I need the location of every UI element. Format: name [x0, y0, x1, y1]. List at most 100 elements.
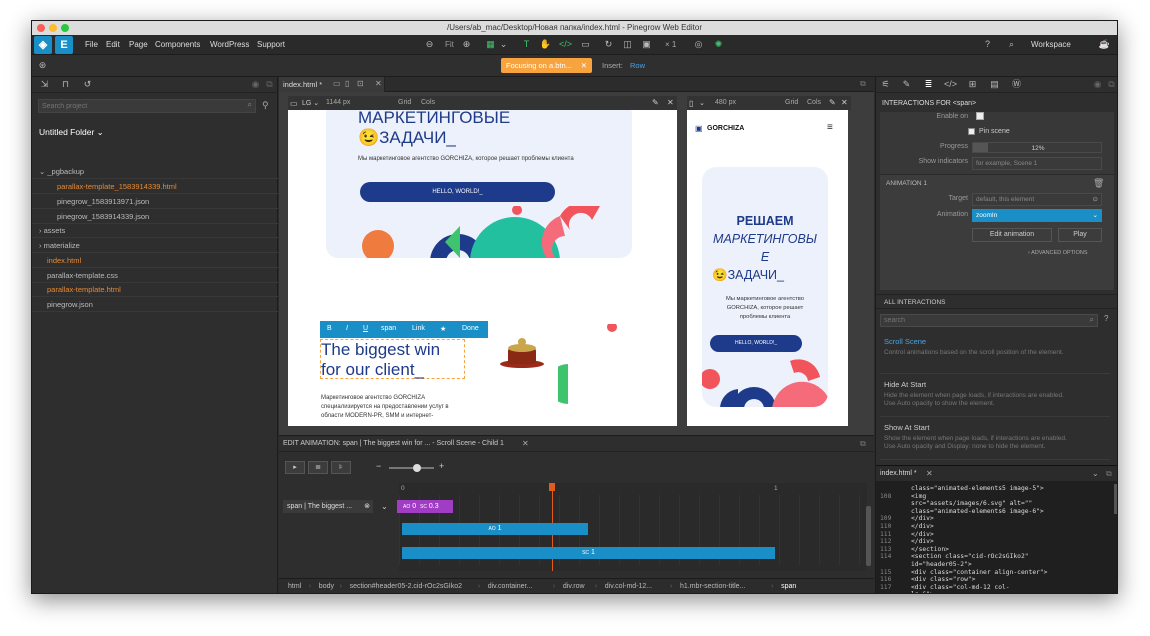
file-tree-item[interactable]: pinegrow_1583913971.json [32, 195, 278, 209]
advanced-options-link[interactable]: › ADVANCED OPTIONS [1028, 250, 1088, 256]
edit-icon[interactable]: ⊡ [357, 79, 364, 88]
mobile-cols-toggle[interactable]: Cols [807, 99, 821, 106]
export-icon[interactable]: ⇲ [38, 78, 51, 91]
pinegrow-logo-icon[interactable]: ◈ [34, 36, 52, 54]
chevron-down-icon[interactable]: ⌄ [381, 502, 388, 511]
focus-badge[interactable]: Focusing on a.btn... ✕ [501, 58, 592, 73]
playhead-handle[interactable] [549, 483, 555, 491]
chevron-down-icon[interactable]: ⌄ [497, 38, 510, 51]
mobile-size-select[interactable]: ⌄ [699, 99, 705, 107]
breadcrumb-item[interactable]: div.col-md-12... [605, 583, 652, 590]
file-tree-item[interactable]: parallax-template.css [32, 269, 278, 283]
workspace-menu[interactable]: Workspace [1031, 40, 1071, 49]
target-input[interactable]: default, this element ⊙ [972, 193, 1102, 206]
track-summary[interactable]: AO 0 SC 0.3 [397, 500, 453, 513]
close-icon[interactable]: ✕ [522, 439, 529, 448]
library-icon[interactable]: ▤ [988, 78, 1001, 91]
refresh-icon[interactable]: ↻ [602, 38, 615, 51]
ao-keyframe-bar[interactable]: AO 1 [402, 523, 588, 535]
zoom-plus-icon[interactable]: + [439, 461, 444, 471]
project-search-input[interactable] [39, 100, 229, 112]
ao-icon[interactable]: ≣ [308, 461, 328, 474]
pin-scene-checkbox[interactable] [968, 128, 975, 135]
file-tree-item[interactable]: parallax-template.html [32, 283, 278, 297]
file-tree-item[interactable]: pinegrow_1583914339.json [32, 210, 278, 224]
mobile-brand[interactable]: GORCHIZA [707, 125, 744, 132]
grid-toggle[interactable]: Grid [398, 99, 411, 106]
hero-title-line2[interactable]: 😉ЗАДАЧИ_ [358, 128, 456, 148]
close-icon[interactable]: ✕ [581, 58, 587, 73]
trash-icon[interactable]: 🗑 [1093, 178, 1104, 189]
popout-icon[interactable]: ⧉ [1106, 469, 1112, 479]
play-button[interactable]: Play [1058, 228, 1102, 242]
zoom-multiplier[interactable]: × 1 [665, 40, 676, 49]
popout-icon[interactable]: ⧉ [1105, 78, 1117, 91]
code-tab-icon[interactable]: </> [944, 78, 957, 91]
link-button[interactable]: Link [412, 325, 425, 332]
code-tab-label[interactable]: index.html * [880, 470, 917, 477]
folder-title[interactable]: Untitled Folder ⌄ [39, 127, 104, 138]
italic-button[interactable]: I [346, 325, 348, 332]
breadcrumb-item[interactable]: body [319, 583, 334, 590]
interactions-search[interactable]: ⌕ [880, 314, 1098, 327]
zoom-in-icon[interactable]: ⊕ [460, 38, 473, 51]
window-icon[interactable]: ◫ [621, 38, 634, 51]
brush-icon[interactable]: ✎ [652, 98, 659, 107]
code-line[interactable]: <section class="cid-rOc2sGIko2" [911, 553, 1029, 560]
track-label[interactable]: span | The biggest ... ⊗ [283, 500, 373, 513]
code-line[interactable]: </div> [911, 538, 934, 545]
zoom-slider-handle[interactable] [413, 464, 421, 472]
code-line[interactable]: </div> [911, 523, 934, 530]
mobile-grid-toggle[interactable]: Grid [785, 99, 798, 106]
hamburger-icon[interactable]: ≡ [827, 122, 833, 133]
eye-icon[interactable]: ◉ [1091, 78, 1104, 91]
minimize-window-button[interactable] [49, 24, 57, 32]
selected-heading[interactable]: The biggest win for our client_ [320, 339, 465, 379]
span-button[interactable]: span [381, 325, 396, 332]
breadcrumb-item[interactable]: span [781, 583, 796, 590]
pin-icon[interactable]: ⊛ [36, 59, 49, 72]
text-icon[interactable]: T [520, 38, 533, 51]
code-line[interactable]: class="animated-elements6 image-6"> [911, 508, 1044, 515]
interactions-icon[interactable]: ≣ [922, 78, 935, 91]
undo-icon[interactable]: ↺ [81, 78, 94, 91]
maximize-window-button[interactable] [61, 24, 69, 32]
code-line[interactable]: </div> [911, 515, 934, 522]
interaction-item[interactable]: Hide At Start Hide the element when page … [880, 377, 1110, 417]
popout-icon[interactable]: ⧉ [263, 78, 276, 91]
sc-keyframe-bar[interactable]: SC 1 [402, 547, 775, 559]
file-tree-item[interactable]: index.html [32, 254, 278, 268]
menu-page[interactable]: Page [129, 40, 148, 49]
breadcrumb-item[interactable]: section#header05-2.cid-rOc2sGIko2 [350, 583, 462, 590]
code-line[interactable]: <div class="container align-center"> [911, 569, 1047, 576]
help-icon[interactable]: ? [981, 38, 994, 51]
mobile-title-line2[interactable]: МАРКЕТИНГОВЫ [702, 232, 828, 246]
target-picker-icon[interactable]: ⊙ [1093, 194, 1098, 205]
close-icon[interactable]: ✕ [926, 469, 933, 478]
breadcrumb-item[interactable]: h1.mbr-section-title... [680, 583, 745, 590]
filter-icon[interactable]: ⚲ [262, 100, 269, 111]
hand-icon[interactable]: ✋ [539, 38, 552, 51]
close-circle-icon[interactable]: ⊗ [364, 500, 370, 513]
close-tab-icon[interactable]: ✕ [375, 79, 382, 88]
menu-wordpress[interactable]: WordPress [210, 40, 249, 49]
code-line[interactable]: src="assets/images/6.svg" alt="" [911, 500, 1032, 507]
popout-icon[interactable]: ⧉ [860, 439, 866, 449]
search-icon[interactable]: ⌕ [1090, 315, 1094, 325]
close-icon[interactable]: ✕ [841, 98, 848, 107]
menu-components[interactable]: Components [155, 40, 200, 49]
file-tree-item[interactable]: ⌄ _pgbackup [32, 165, 278, 179]
phone-icon[interactable]: ▯ [345, 79, 349, 88]
hero-title-line1[interactable]: МАРКЕТИНГОВЫЕ [358, 110, 510, 128]
underline-button[interactable]: U [363, 325, 368, 332]
fit-label[interactable]: Fit [445, 40, 454, 49]
code-line[interactable]: class="animated-elements5 image-5"> [911, 485, 1044, 492]
timeline-icon[interactable]: ⊧ [331, 461, 351, 474]
bold-button[interactable]: B [327, 325, 332, 332]
search-icon[interactable]: ⌕ [1005, 38, 1018, 51]
tab-index-html[interactable]: index.html * ▭ ▯ ⊡ ✕ [279, 77, 385, 92]
eye-icon[interactable]: ◉ [249, 78, 262, 91]
zoom-out-icon[interactable]: ⊖ [423, 38, 436, 51]
animation-select[interactable]: zoomIn ⌄ [972, 209, 1102, 222]
hero-button[interactable]: HELLO, WORLD!_ [360, 182, 555, 202]
